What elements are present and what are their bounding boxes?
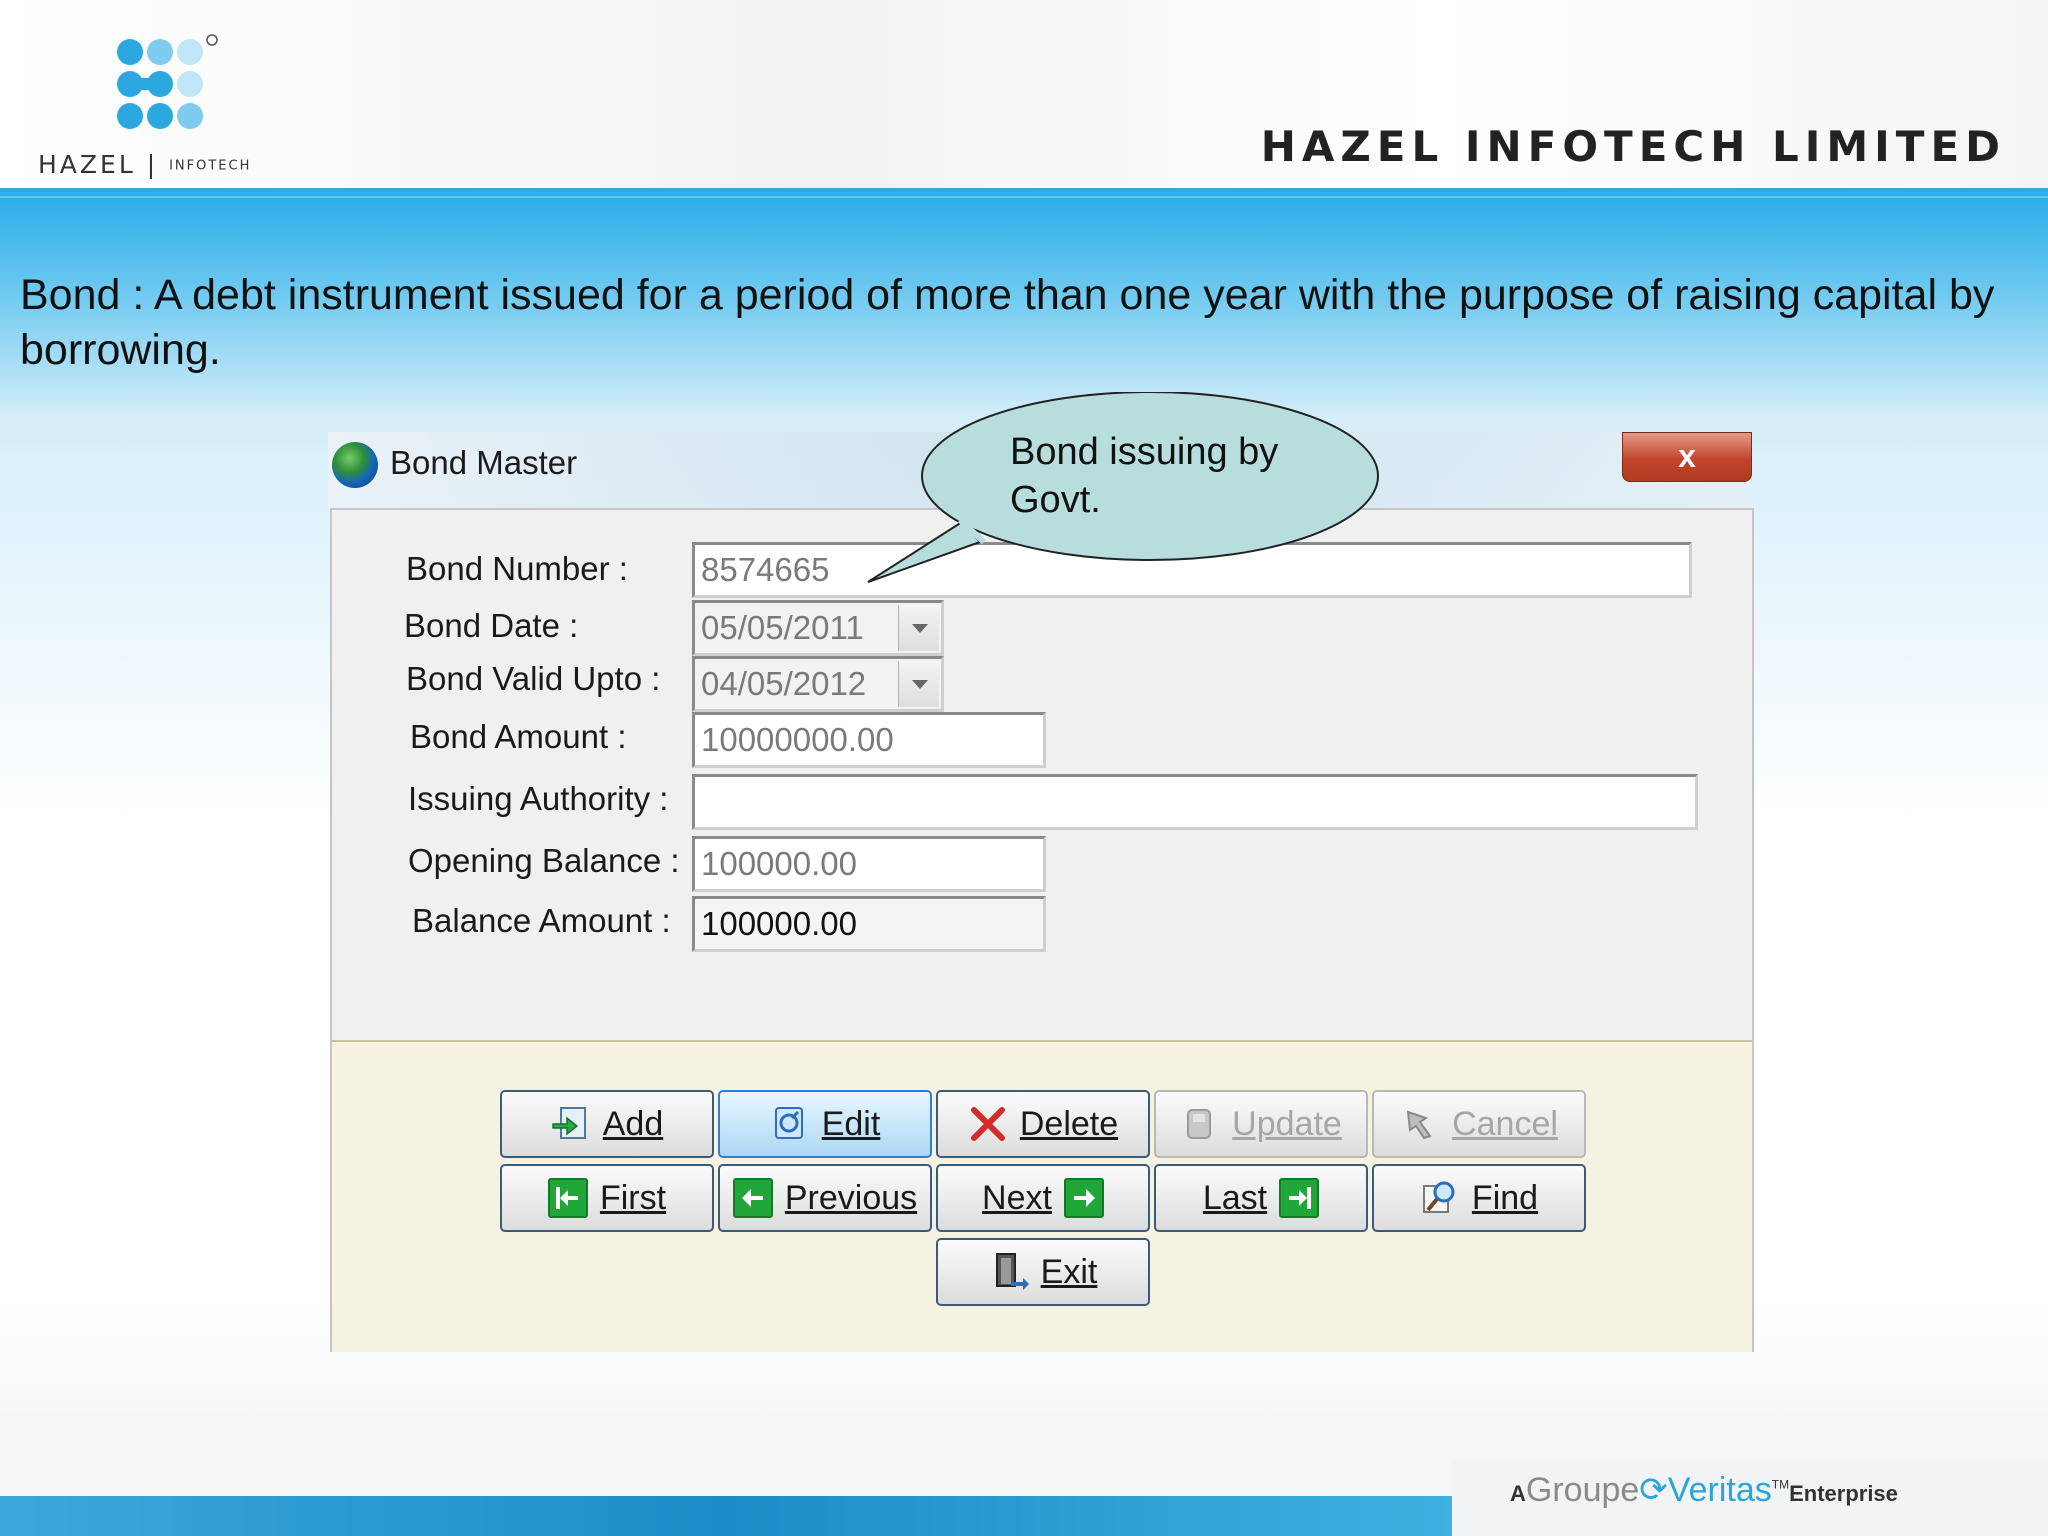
bond-valid-upto-value: 04/05/2012 — [701, 665, 867, 702]
find-button[interactable]: Find — [1372, 1164, 1586, 1232]
button-panel: Add Edit Delete Update Cancel First Prev… — [332, 1040, 1752, 1352]
last-button-label: Last — [1202, 1178, 1268, 1217]
close-button[interactable]: x — [1622, 432, 1752, 482]
bond-definition: Bond : A debt instrument issued for a pe… — [20, 271, 1995, 374]
veritas-swirl-icon: ⟳ — [1639, 1471, 1668, 1509]
bond-date-label: Bond Date : — [404, 607, 579, 644]
window-title: Bond Master — [390, 444, 578, 481]
last-button[interactable]: Last — [1154, 1164, 1368, 1232]
exit-button-label: Exit — [1040, 1252, 1098, 1291]
issuing-authority-field[interactable] — [692, 774, 1698, 830]
delete-button-label: Delete — [1019, 1104, 1119, 1143]
exit-door-icon — [989, 1252, 1029, 1292]
bond-valid-upto-picker[interactable]: 04/05/2012 — [692, 656, 944, 712]
company-name: HAZEL INFOTECH LIMITED — [1260, 122, 2006, 171]
bond-amount-label: Bond Amount : — [410, 718, 627, 755]
edit-icon — [770, 1104, 810, 1144]
cancel-button-label: Cancel — [1452, 1104, 1558, 1143]
add-record-icon — [551, 1104, 591, 1144]
bond-number-label: Bond Number : — [406, 550, 628, 587]
balance-amount-label: Balance Amount : — [412, 902, 671, 939]
chevron-down-icon[interactable] — [898, 661, 939, 707]
callout-line1: Bond issuing by — [1010, 431, 1279, 473]
callout-text: Bond issuing by Govt. — [1010, 428, 1340, 524]
delete-button[interactable]: Delete — [936, 1090, 1150, 1158]
bond-amount-field[interactable]: 10000000.00 — [692, 712, 1046, 768]
header-divider-thin — [0, 196, 2048, 198]
delete-x-icon — [968, 1104, 1008, 1144]
previous-button-label: Previous — [784, 1178, 918, 1217]
cancel-button[interactable]: Cancel — [1372, 1090, 1586, 1158]
find-magnifier-icon — [1420, 1178, 1460, 1218]
window-client-area: Bond Number : 8574665 Bond Date : 05/05/… — [330, 508, 1754, 1352]
next-button-label: Next — [982, 1178, 1052, 1217]
edit-button[interactable]: Edit — [718, 1090, 932, 1158]
slide-header: HAZEL | INFOTECH HAZEL INFOTECH LIMITED — [0, 0, 2048, 192]
update-button-label: Update — [1232, 1104, 1342, 1143]
footer-bar — [0, 1496, 1452, 1536]
cancel-undo-icon — [1400, 1104, 1440, 1144]
previous-button[interactable]: Previous — [718, 1164, 932, 1232]
globe-icon — [332, 442, 378, 488]
opening-balance-field[interactable]: 100000.00 — [692, 836, 1046, 892]
balance-amount-field: 100000.00 — [692, 896, 1046, 952]
update-disk-icon — [1180, 1104, 1220, 1144]
logo-text: HAZEL | INFOTECH — [38, 150, 252, 179]
first-button-label: First — [599, 1178, 667, 1217]
bond-valid-upto-label: Bond Valid Upto : — [406, 660, 661, 697]
header-divider — [0, 188, 2048, 192]
edit-button-label: Edit — [821, 1104, 881, 1143]
first-record-icon — [547, 1178, 588, 1218]
find-button-label: Find — [1471, 1178, 1539, 1217]
first-button[interactable]: First — [500, 1164, 714, 1232]
add-button[interactable]: Add — [500, 1090, 714, 1158]
last-record-icon — [1279, 1178, 1320, 1218]
groupe-veritas-brand: AGroupe⟳VeritasTMEnterprise — [1510, 1471, 1898, 1509]
opening-balance-label: Opening Balance : — [408, 842, 680, 879]
next-arrow-icon — [1063, 1178, 1104, 1218]
previous-arrow-icon — [732, 1178, 773, 1218]
exit-button[interactable]: Exit — [936, 1238, 1150, 1306]
update-button[interactable]: Update — [1154, 1090, 1368, 1158]
next-button[interactable]: Next — [936, 1164, 1150, 1232]
bond-date-value: 05/05/2011 — [701, 609, 864, 646]
issuing-authority-label: Issuing Authority : — [408, 780, 669, 817]
add-button-label: Add — [602, 1104, 664, 1143]
callout-line2: Govt. — [1010, 479, 1101, 521]
